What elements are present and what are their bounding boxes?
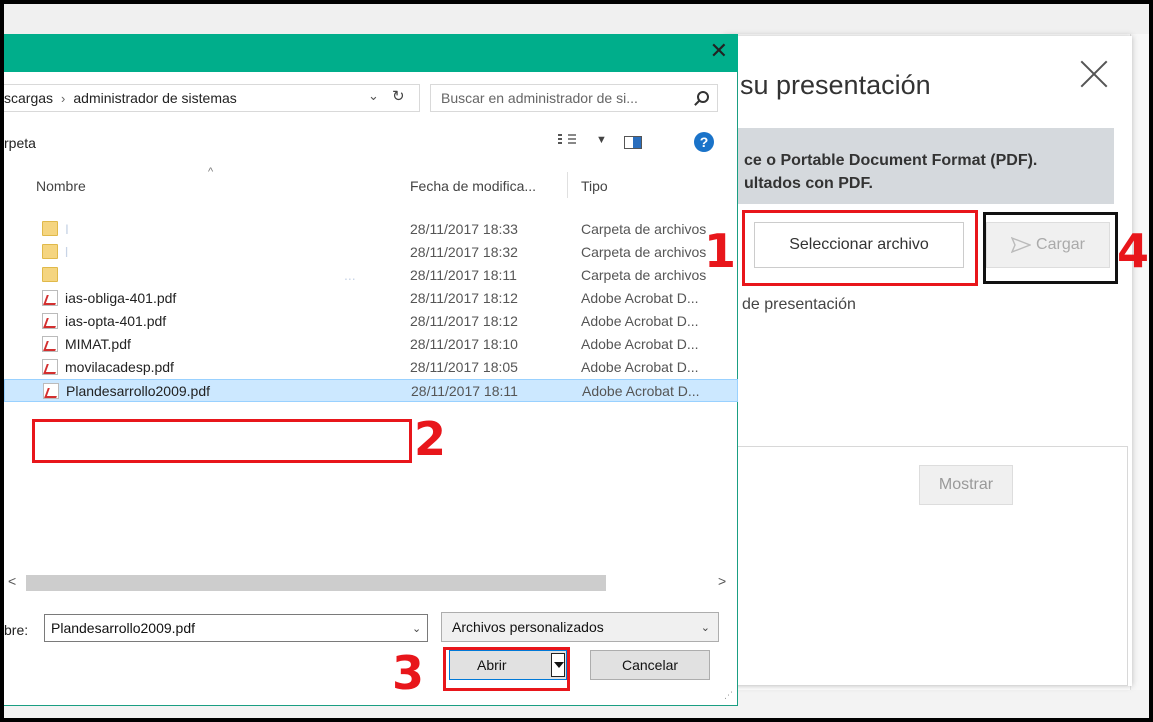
pdf-file-icon xyxy=(43,383,59,399)
annotation-box-upload xyxy=(983,212,1118,284)
pdf-file-icon xyxy=(42,336,58,352)
dialog-toolbar: rpeta ▼ ? xyxy=(4,130,738,156)
filename-label: bre: xyxy=(4,622,29,638)
dialog-titlebar: ✕ xyxy=(4,34,738,72)
file-type: Adobe Acrobat D... xyxy=(581,336,699,352)
refresh-icon[interactable]: ↻ xyxy=(392,87,405,105)
breadcrumb-separator-icon: › xyxy=(61,90,66,106)
chevron-down-icon[interactable]: ▼ xyxy=(596,134,607,146)
file-row[interactable]: ias-opta-401.pdf 28/11/2017 18:12 Adobe … xyxy=(4,310,738,333)
file-date: 28/11/2017 18:10 xyxy=(410,336,518,352)
info-line-1: ce o Portable Document Format (PDF). xyxy=(744,152,1038,169)
scroll-left-icon[interactable]: < xyxy=(8,573,16,589)
file-type: Adobe Acrobat D... xyxy=(581,359,699,375)
info-line-2: ultados con PDF. xyxy=(744,175,873,192)
file-name: l xyxy=(65,244,69,260)
file-type-select[interactable]: Archivos personalizados ⌄ xyxy=(441,612,719,642)
cancel-label: Cancelar xyxy=(621,657,679,673)
column-type[interactable]: Tipo xyxy=(581,178,608,194)
cancel-button[interactable]: Cancelar xyxy=(590,650,710,680)
file-row[interactable]: l 28/11/2017 18:32 Carpeta de archivos xyxy=(4,241,738,264)
file-date: 28/11/2017 18:12 xyxy=(410,313,518,329)
scroll-right-icon[interactable]: > xyxy=(718,573,726,589)
show-label: Mostrar xyxy=(938,476,994,493)
step-number-1: 1 xyxy=(704,224,737,278)
file-name: ias-obliga-401.pdf xyxy=(65,290,177,306)
help-icon[interactable]: ? xyxy=(694,132,714,152)
file-row[interactable]: ias-obliga-401.pdf 28/11/2017 18:12 Adob… xyxy=(4,287,738,310)
preview-panel: Mostrar xyxy=(724,446,1128,686)
upload-modal: su presentación ce o Portable Document F… xyxy=(724,36,1132,686)
file-row[interactable]: ... 28/11/2017 18:11 Carpeta de archivos xyxy=(4,264,738,287)
chevron-down-icon: ⌄ xyxy=(700,622,710,634)
step-number-2: 2 xyxy=(414,412,447,466)
sort-ascending-icon: ^ xyxy=(208,166,214,178)
file-row[interactable]: I 28/11/2017 18:33 Carpeta de archivos xyxy=(4,218,738,241)
file-name: ias-opta-401.pdf xyxy=(65,313,167,329)
file-type: Adobe Acrobat D... xyxy=(582,383,700,399)
file-name: ... xyxy=(344,267,356,283)
file-name: Plandesarrollo2009.pdf xyxy=(66,383,210,399)
new-folder-button[interactable]: rpeta xyxy=(4,135,36,151)
annotation-box-file xyxy=(32,419,412,463)
column-header: ^ Nombre Fecha de modifica... Tipo xyxy=(4,166,738,202)
file-date: 28/11/2017 18:12 xyxy=(410,290,518,306)
info-banner: ce o Portable Document Format (PDF). ult… xyxy=(724,128,1114,204)
annotation-box-open xyxy=(443,647,570,691)
file-list: I 28/11/2017 18:33 Carpeta de archivos l… xyxy=(4,218,738,402)
address-bar[interactable]: scargas › administrador de sistemas ⌄ ↻ xyxy=(4,84,420,112)
search-icon xyxy=(697,91,709,103)
pdf-file-icon xyxy=(42,313,58,329)
file-type-value: Archivos personalizados xyxy=(452,619,604,635)
folder-icon xyxy=(42,267,58,282)
view-options-icon[interactable] xyxy=(558,134,576,148)
file-open-dialog: ✕ scargas › administrador de sistemas ⌄ … xyxy=(4,34,738,706)
file-name: I xyxy=(65,221,69,237)
column-divider[interactable] xyxy=(567,172,568,198)
step-number-3: 3 xyxy=(392,646,425,700)
folder-icon xyxy=(42,221,58,236)
filename-input[interactable] xyxy=(44,614,428,642)
close-icon[interactable] xyxy=(1074,54,1114,94)
resize-grip-icon[interactable]: ⋰ xyxy=(724,690,733,701)
column-date[interactable]: Fecha de modifica... xyxy=(410,178,536,194)
file-name: MIMAT.pdf xyxy=(65,336,131,352)
search-input[interactable]: Buscar en administrador de si... xyxy=(430,84,718,112)
file-row[interactable]: movilacadesp.pdf 28/11/2017 18:05 Adobe … xyxy=(4,356,738,379)
presentation-subtext: de presentación xyxy=(742,296,856,313)
dialog-close-icon[interactable]: ✕ xyxy=(710,39,728,64)
pdf-file-icon xyxy=(42,290,58,306)
background-scroll-edge xyxy=(1130,34,1149,694)
annotation-box-select xyxy=(742,210,978,286)
file-row-selected[interactable]: Plandesarrollo2009.pdf 28/11/2017 18:11 … xyxy=(4,379,738,402)
file-name: movilacadesp.pdf xyxy=(65,359,174,375)
file-date: 28/11/2017 18:33 xyxy=(410,221,518,237)
file-type: Adobe Acrobat D... xyxy=(581,290,699,306)
search-placeholder: Buscar en administrador de si... xyxy=(441,90,638,106)
file-date: 28/11/2017 18:32 xyxy=(410,244,518,260)
show-button[interactable]: Mostrar xyxy=(919,465,1013,505)
file-date: 28/11/2017 18:05 xyxy=(410,359,518,375)
chevron-down-icon[interactable]: ⌄ xyxy=(412,622,421,635)
step-number-4: 4 xyxy=(1117,224,1150,278)
column-name[interactable]: Nombre xyxy=(36,178,86,194)
horizontal-scrollbar[interactable]: < > xyxy=(4,573,738,594)
scrollbar-thumb[interactable] xyxy=(26,575,606,591)
background-strip-top xyxy=(4,4,1149,34)
file-date: 28/11/2017 18:11 xyxy=(411,383,518,399)
pdf-file-icon xyxy=(42,359,58,375)
breadcrumb-segment[interactable]: administrador de sistemas xyxy=(73,90,236,106)
folder-icon xyxy=(42,244,58,259)
breadcrumb-segment[interactable]: scargas xyxy=(4,90,53,106)
preview-pane-icon[interactable] xyxy=(624,136,642,149)
history-dropdown-icon[interactable]: ⌄ xyxy=(368,88,379,104)
file-date: 28/11/2017 18:11 xyxy=(410,267,517,283)
modal-title: su presentación xyxy=(740,70,931,100)
file-type: Adobe Acrobat D... xyxy=(581,313,699,329)
file-row[interactable]: MIMAT.pdf 28/11/2017 18:10 Adobe Acrobat… xyxy=(4,333,738,356)
